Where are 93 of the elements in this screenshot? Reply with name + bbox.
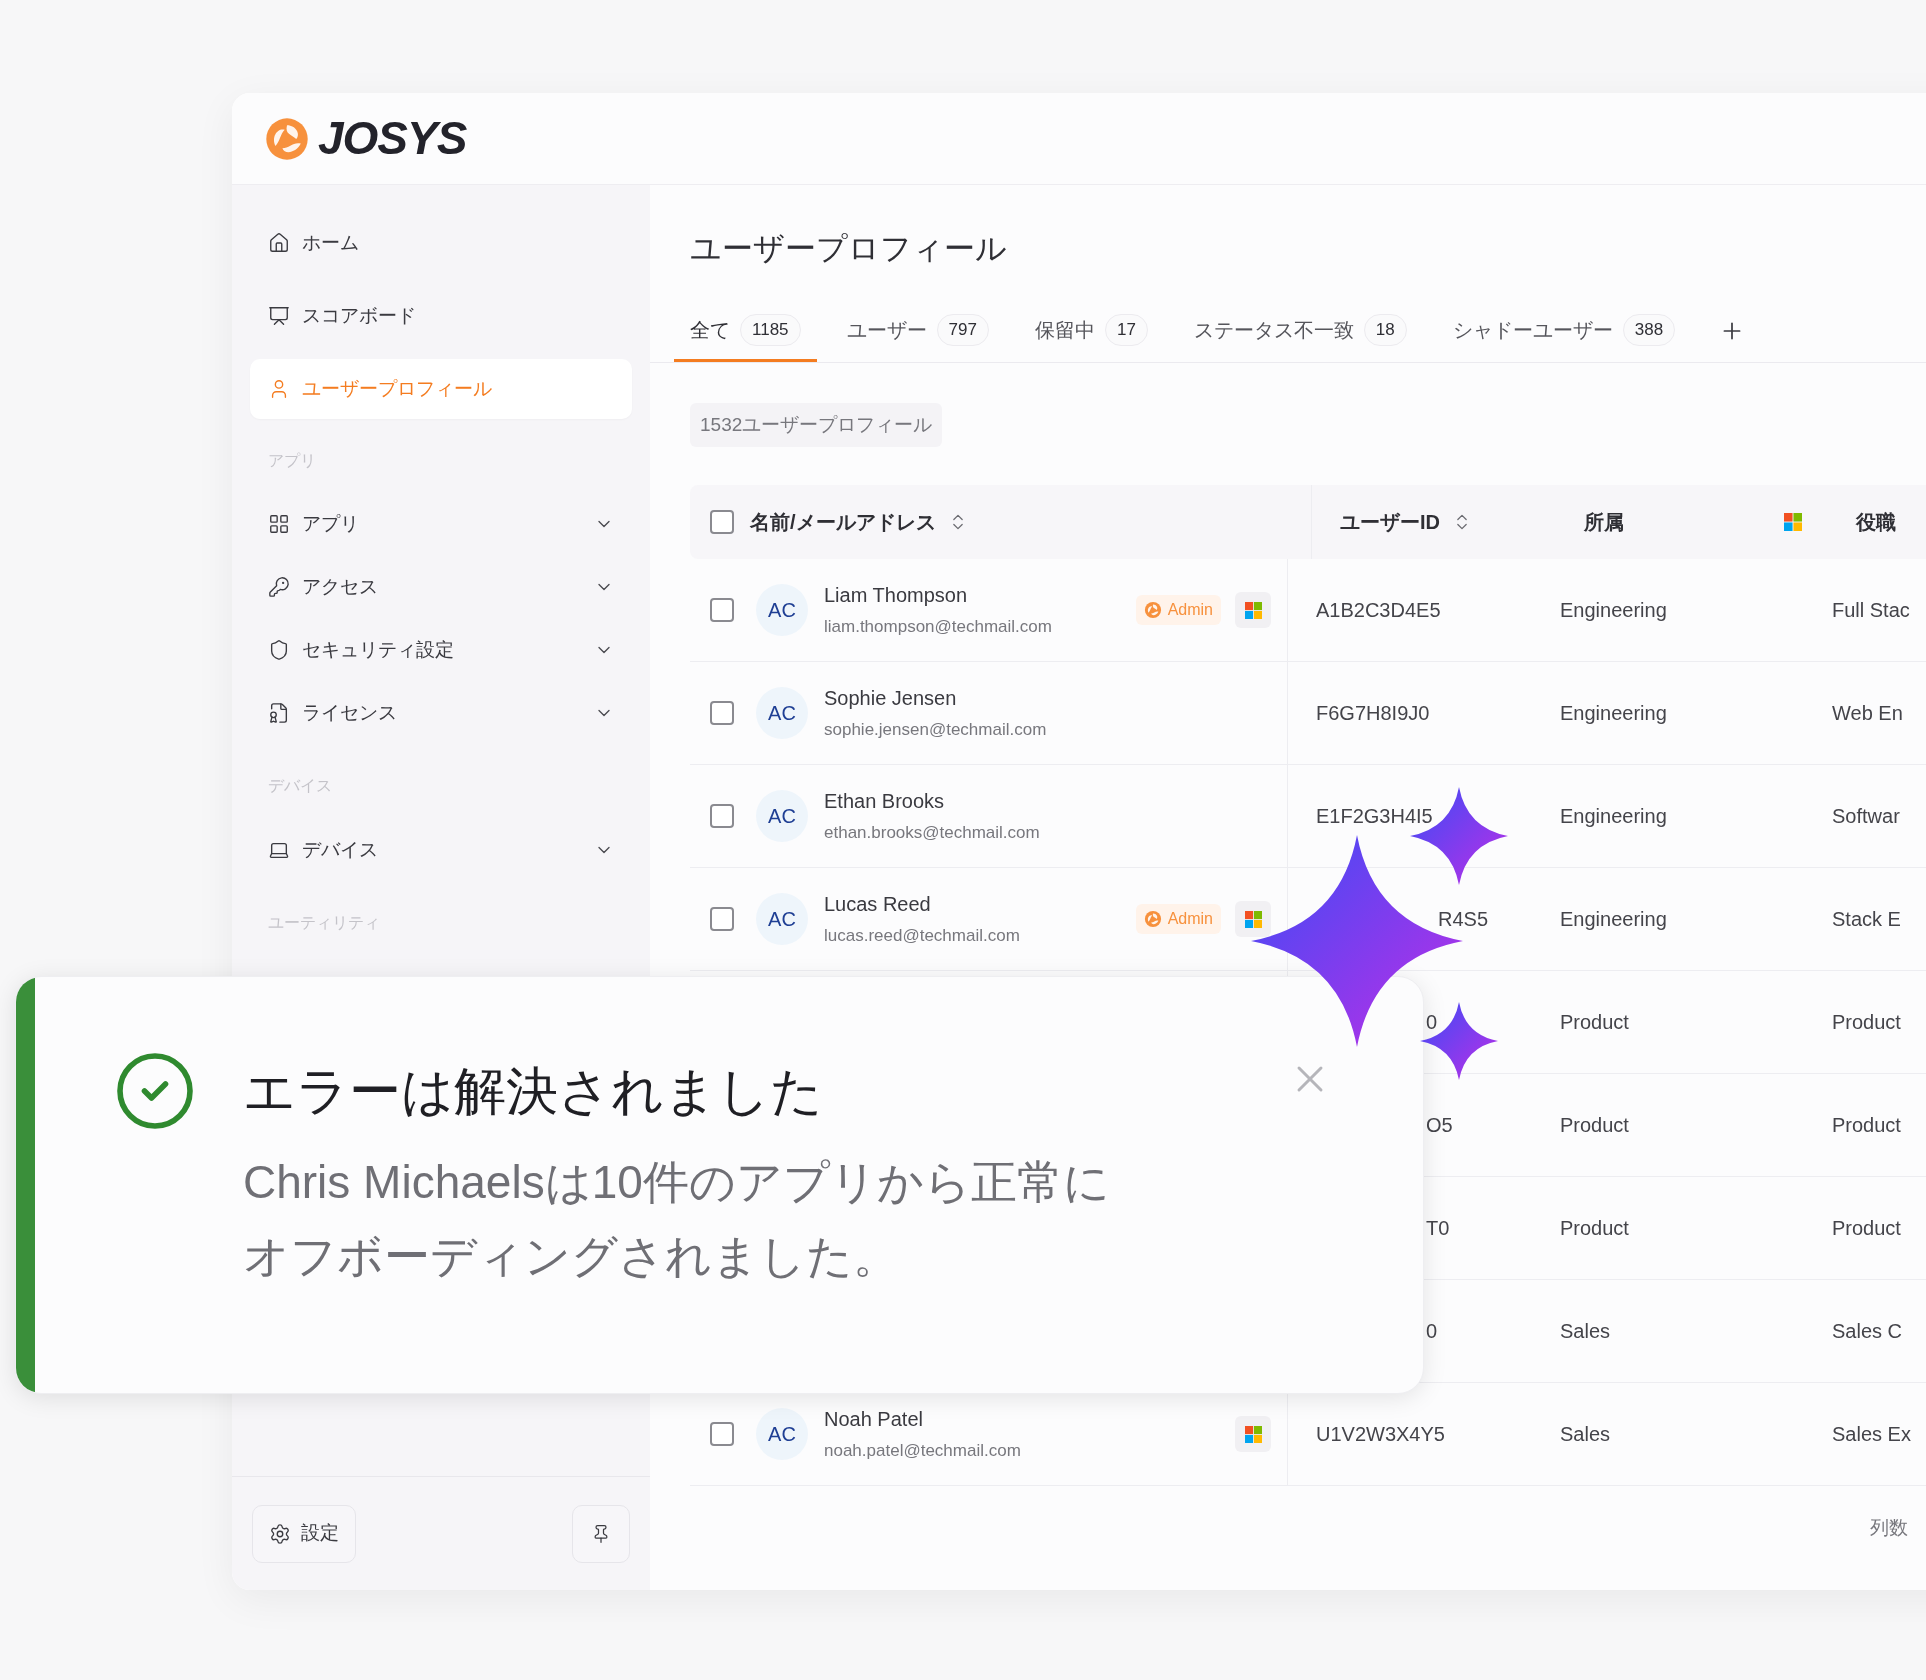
avatar: AC bbox=[756, 1408, 808, 1460]
user-id: R4S5 bbox=[1437, 907, 1489, 932]
user-id: U1V2W3X4Y5 bbox=[1316, 1422, 1445, 1447]
department: Sales bbox=[1560, 1422, 1611, 1447]
microsoft-icon bbox=[1244, 1425, 1262, 1443]
admin-badge: Admin bbox=[1135, 904, 1221, 934]
job-title: Product bbox=[1832, 1216, 1901, 1241]
checkbox[interactable] bbox=[710, 701, 734, 725]
tab[interactable]: 全て 1185 bbox=[674, 300, 817, 362]
avatar: AC bbox=[756, 584, 808, 636]
checkbox[interactable] bbox=[710, 598, 734, 622]
column-header[interactable]: 所属 bbox=[1584, 507, 1624, 537]
user-email: noah.patel@techmail.com bbox=[824, 1440, 1022, 1463]
logo-icon bbox=[264, 115, 310, 162]
department: Engineering bbox=[1560, 907, 1667, 932]
sidebar-item[interactable]: ライセンス bbox=[250, 687, 632, 739]
sidebar-item[interactable]: セキュリティ設定 bbox=[250, 624, 632, 676]
count-badge: 1185 bbox=[740, 313, 801, 346]
column-header[interactable]: 役職 bbox=[1856, 507, 1896, 537]
tab[interactable]: 保留中 17 bbox=[1018, 300, 1164, 362]
user-name: Liam Thompson bbox=[824, 583, 969, 609]
microsoft-icon bbox=[1244, 910, 1262, 928]
department: Engineering bbox=[1560, 701, 1667, 726]
presentation-board-icon bbox=[268, 305, 290, 327]
checkbox[interactable] bbox=[710, 804, 734, 828]
department: Product bbox=[1560, 1113, 1629, 1138]
shield-icon bbox=[268, 639, 290, 661]
count-badge: 18 bbox=[1363, 313, 1407, 346]
page-title: ユーザープロフィール bbox=[690, 230, 1008, 268]
checkbox[interactable] bbox=[710, 510, 734, 534]
user-name: Sophie Jensen bbox=[824, 686, 958, 712]
home-icon bbox=[268, 232, 290, 254]
column-header[interactable]: ユーザーID bbox=[1340, 507, 1472, 537]
department: Engineering bbox=[1560, 804, 1667, 829]
user-email: lucas.reed@techmail.com bbox=[824, 925, 1021, 948]
document-icon bbox=[268, 702, 290, 724]
user-id: 0 bbox=[1425, 1319, 1438, 1344]
user-id: 0 bbox=[1425, 1010, 1438, 1035]
department: Product bbox=[1560, 1010, 1629, 1035]
user-name: Lucas Reed bbox=[824, 892, 932, 918]
toast-title: エラーは解決されました bbox=[243, 1061, 824, 1122]
grid-icon bbox=[268, 513, 290, 535]
key-icon bbox=[268, 576, 290, 598]
settings-button[interactable]: 設定 bbox=[252, 1504, 356, 1563]
user-id: F6G7H8I9J0 bbox=[1316, 701, 1430, 726]
sidebar-item[interactable]: アプリ bbox=[250, 498, 632, 550]
sidebar-item[interactable]: スコアボード bbox=[250, 286, 632, 346]
department: Engineering bbox=[1560, 598, 1667, 623]
user-id: E1F2G3H4I5 bbox=[1316, 804, 1433, 829]
user-id: O5 bbox=[1425, 1113, 1453, 1138]
microsoft-icon bbox=[1244, 601, 1262, 619]
count-badge: 388 bbox=[1622, 313, 1676, 346]
column-header[interactable]: 名前/メールアドレス bbox=[750, 507, 968, 537]
profile-count: 1532ユーザープロフィール bbox=[690, 402, 943, 447]
tab[interactable]: ステータス不一致 18 bbox=[1177, 300, 1423, 362]
sidebar-item[interactable]: ホーム bbox=[250, 213, 632, 273]
count-badge: 797 bbox=[936, 313, 989, 346]
sidebar-item[interactable]: アクセス bbox=[250, 561, 632, 613]
job-title: Stack E bbox=[1832, 907, 1901, 932]
user-email: ethan.brooks@techmail.com bbox=[824, 822, 1041, 845]
user-name: Noah Patel bbox=[824, 1407, 924, 1433]
job-title: Full Stac bbox=[1832, 598, 1910, 623]
job-title: Product bbox=[1832, 1010, 1901, 1035]
tab[interactable]: ユーザー 797 bbox=[830, 300, 1005, 362]
swirl-icon bbox=[1143, 601, 1162, 619]
column-count-label: 列数 bbox=[1870, 1516, 1908, 1540]
sidebar-item[interactable]: デバイス bbox=[250, 824, 632, 876]
toast-message: Chris Michaelsは10件のアプリから正常にオフボーディングされました。 bbox=[243, 1155, 1111, 1284]
checkbox[interactable] bbox=[710, 1422, 734, 1446]
department: Sales bbox=[1560, 1319, 1611, 1344]
checkbox[interactable] bbox=[710, 907, 734, 931]
count-badge: 17 bbox=[1104, 313, 1148, 346]
job-title: Softwar bbox=[1832, 804, 1900, 829]
logo-wordmark: JOSYS bbox=[318, 111, 467, 166]
settings-icon bbox=[269, 1522, 291, 1545]
avatar: AC bbox=[756, 893, 808, 945]
user-id: T0 bbox=[1425, 1216, 1450, 1241]
user-id: A1B2C3D4E5 bbox=[1316, 598, 1441, 623]
avatar: AC bbox=[756, 790, 808, 842]
user-email: liam.thompson@techmail.com bbox=[824, 616, 1053, 639]
tab[interactable]: シャドーユーザー 388 bbox=[1436, 300, 1692, 362]
job-title: Web En bbox=[1832, 701, 1903, 726]
admin-badge: Admin bbox=[1135, 595, 1221, 625]
job-title: Sales Ex bbox=[1832, 1422, 1911, 1447]
avatar: AC bbox=[756, 687, 808, 739]
user-email: sophie.jensen@techmail.com bbox=[824, 719, 1048, 742]
job-title: Sales C bbox=[1832, 1319, 1903, 1344]
user-name: Ethan Brooks bbox=[824, 789, 946, 815]
swirl-icon bbox=[1143, 910, 1162, 928]
department: Product bbox=[1560, 1216, 1629, 1241]
microsoft-icon bbox=[1784, 513, 1802, 531]
job-title: Product bbox=[1832, 1113, 1901, 1138]
pin-button[interactable] bbox=[572, 1504, 630, 1563]
